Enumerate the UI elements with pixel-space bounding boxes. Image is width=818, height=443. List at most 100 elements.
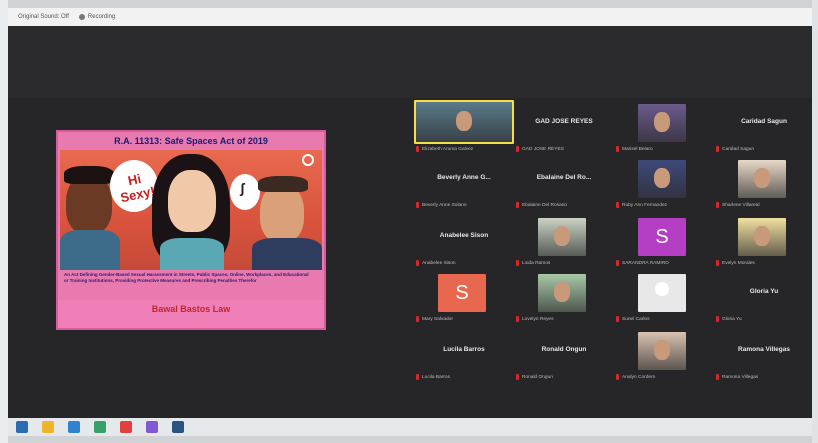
participant-tile[interactable]: S Mary Salvador: [414, 270, 514, 328]
slide-description: An Act Defining Gender-Based Sexual Hara…: [64, 272, 309, 283]
participant-display-name: Beverly Anne G...: [437, 174, 491, 181]
participant-display-name: GAD JOSE REYES: [535, 118, 593, 125]
participant-video: [738, 160, 786, 198]
participant-nameplate: Ebalaine Del Rosario: [516, 202, 567, 208]
participant-tile[interactable]: Beverly Anne G... Beverly Anne Solano: [414, 156, 514, 214]
muted-mic-icon: [516, 202, 519, 208]
participant-display-name: Lucila Barros: [443, 346, 485, 353]
participant-name: Ruby Ann Fernandez: [622, 202, 668, 208]
participant-tile[interactable]: Caridad Sagun Caridad Sagun: [714, 100, 812, 158]
original-sound-label: Original Sound: Off: [18, 14, 69, 20]
muted-mic-icon: [716, 316, 719, 322]
participant-nameplate: Elizabeth Aruma Galvez: [416, 146, 473, 152]
participant-face: [654, 340, 670, 361]
man-left-shirt: [60, 230, 120, 270]
participant-tile[interactable]: Loida Ramos: [514, 214, 614, 272]
whistle-glyph: ʃ: [240, 180, 245, 196]
participant-tile[interactable]: GAD JOSE REYES GAD JOSE REYES: [514, 100, 614, 158]
muted-mic-icon: [716, 146, 719, 152]
original-sound-toggle[interactable]: Original Sound: Off: [18, 14, 69, 20]
record-icon: [78, 14, 85, 20]
gallery-stage: R.A. 11313: Safe Spaces Act of 2019 Hi S…: [8, 26, 812, 418]
app-icon-2[interactable]: [146, 421, 158, 433]
whistle-bubble: [230, 174, 260, 210]
participant-tile[interactable]: S SARANDRA RAMIRO: [614, 214, 714, 272]
participant-tile[interactable]: Analyn Cordero: [614, 328, 714, 386]
muted-mic-icon: [616, 146, 619, 152]
participant-tile[interactable]: Lucila Barros Lucila Barros: [414, 328, 514, 386]
participant-nameplate: Sunel Carlos: [616, 316, 649, 322]
participant-video: [738, 218, 786, 256]
participant-tile[interactable]: Marisel Belaro: [614, 100, 714, 158]
muted-mic-icon: [416, 202, 419, 208]
participant-video: [638, 160, 686, 198]
participant-face: [654, 168, 670, 189]
participant-tile[interactable]: Sharlene Villareal: [714, 156, 812, 214]
participant-name: SARANDRA RAMIRO: [622, 260, 669, 266]
app-icon[interactable]: [94, 421, 106, 433]
zoom-app-icon[interactable]: [172, 421, 184, 433]
avatar-initial: S: [655, 225, 669, 248]
photo-frame-right: [812, 0, 818, 443]
rappler-logo-icon: [302, 154, 314, 166]
file-explorer-icon[interactable]: [42, 421, 54, 433]
participant-name: Sunel Carlos: [622, 316, 650, 322]
participant-nameplate: Evelyn Morales: [716, 260, 755, 266]
start-button-icon[interactable]: [16, 421, 28, 433]
muted-mic-icon: [716, 202, 719, 208]
participant-nameplate: Mary Salvador: [416, 316, 453, 322]
participant-tile[interactable]: Ramona Villegas Ramona Villegas: [714, 328, 812, 386]
muted-mic-icon: [616, 260, 619, 266]
participant-video: [538, 274, 586, 312]
muted-mic-icon: [516, 374, 519, 380]
participant-face: [554, 282, 570, 303]
participant-tile[interactable]: Gloria Yu Gloria Yu: [714, 270, 812, 328]
browser-icon[interactable]: [68, 421, 80, 433]
participant-nameplate: Ronald Ongun: [516, 374, 553, 380]
participant-avatar-placeholder: [638, 274, 686, 312]
participant-nameplate: Sharlene Villareal: [716, 202, 760, 208]
participant-name: Evelyn Morales: [722, 260, 755, 266]
participant-tile[interactable]: Anabelee Sison Anabelee Sison: [414, 214, 514, 272]
recording-indicator[interactable]: Recording: [78, 14, 115, 20]
participant-tile[interactable]: Ruby Ann Fernandez: [614, 156, 714, 214]
participant-name: Ronald Ongun: [522, 374, 553, 380]
participant-name: Anabelee Sison: [422, 260, 456, 266]
muted-mic-icon: [716, 374, 719, 380]
muted-mic-icon: [416, 260, 419, 266]
participant-tile[interactable]: Ebalaine Del Ro... Ebalaine Del Rosario: [514, 156, 614, 214]
participant-display-name: Ramona Villegas: [738, 346, 790, 353]
participant-display-name: Caridad Sagun: [741, 118, 787, 125]
participant-tile[interactable]: Elizabeth Aruma Galvez: [414, 100, 514, 158]
participant-display-name: Ebalaine Del Ro...: [536, 174, 592, 181]
participant-video: [638, 332, 686, 370]
participant-name: Lovelyn Reyes: [522, 316, 554, 322]
participant-avatar: S: [438, 274, 486, 312]
participant-face: [654, 112, 670, 133]
participant-video: [638, 104, 686, 142]
participant-nameplate: Marisel Belaro: [616, 146, 653, 152]
participant-name: Elizabeth Aruma Galvez: [422, 146, 474, 152]
man-left-hair: [64, 166, 114, 184]
participant-face: [754, 226, 770, 247]
media-icon[interactable]: [120, 421, 132, 433]
participant-tile[interactable]: Evelyn Morales: [714, 214, 812, 272]
participant-name: GAD JOSE REYES: [522, 146, 564, 152]
shared-slide: R.A. 11313: Safe Spaces Act of 2019 Hi S…: [56, 130, 326, 330]
participant-name: Caridad Sagun: [722, 146, 755, 152]
slide-footer: Bawal Bastos Law: [58, 300, 324, 328]
slide-title: R.A. 11313: Safe Spaces Act of 2019: [114, 136, 268, 146]
participant-name: Ramona Villegas: [722, 374, 759, 380]
muted-mic-icon: [516, 260, 519, 266]
meeting-window: Original Sound: Off Recording R.A. 11313…: [8, 8, 812, 436]
muted-mic-icon: [416, 146, 419, 152]
participant-nameplate: Loida Ramos: [516, 260, 550, 266]
muted-mic-icon: [616, 374, 619, 380]
participant-nameplate: SARANDRA RAMIRO: [616, 260, 669, 266]
participant-tile[interactable]: Sunel Carlos: [614, 270, 714, 328]
muted-mic-icon: [516, 146, 519, 152]
participant-name: Beverly Anne Solano: [422, 202, 467, 208]
participant-tile[interactable]: Ronald Ongun Ronald Ongun: [514, 328, 614, 386]
participant-tile[interactable]: Lovelyn Reyes: [514, 270, 614, 328]
participant-display-name: Ronald Ongun: [541, 346, 587, 353]
